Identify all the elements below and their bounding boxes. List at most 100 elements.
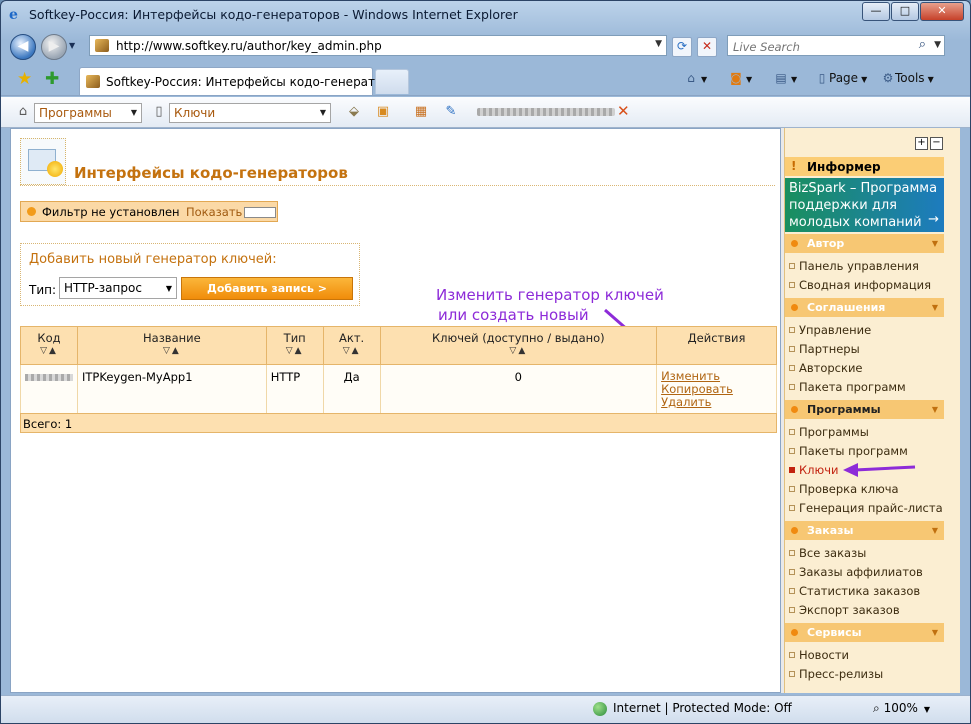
sidebar-item-order-stats[interactable]: Статистика заказов <box>785 584 920 598</box>
type-label: Тип: <box>29 283 57 297</box>
close-button[interactable]: ✕ <box>920 2 964 21</box>
sidebar-annotation-arrow-icon <box>843 463 916 477</box>
sidebar-item-price-list[interactable]: Генерация прайс-листа <box>785 501 943 515</box>
logout-icon[interactable]: ✕ <box>617 102 630 120</box>
add-generator-heading: Добавить новый генератор ключей: <box>29 252 277 267</box>
column-header-keys[interactable]: Ключей (доступно / выдано) ▽▲ <box>379 326 658 365</box>
sidebar-section-author[interactable]: Автор ▼ <box>785 234 944 253</box>
column-header-type[interactable]: Тип ▽▲ <box>265 326 324 365</box>
sidebar: + − ! Информер BizSpark – Программа подд… <box>784 128 960 693</box>
sidebar-item-press-releases[interactable]: Пресс-релизы <box>785 667 883 681</box>
refresh-icon[interactable]: ⟳ <box>672 37 692 57</box>
search-icon[interactable]: ⌕ <box>919 37 926 52</box>
cell-name: ITPKeygen-MyApp1 <box>77 364 267 415</box>
back-button[interactable]: ◀ <box>10 34 36 60</box>
status-bar: Internet | Protected Mode: Off ⌕ 100% ▼ <box>1 695 970 723</box>
add-record-button[interactable]: Добавить запись > <box>181 277 353 300</box>
url-text[interactable]: http://www.softkey.ru/author/key_admin.p… <box>116 39 382 53</box>
address-row: ◀ ▶ ▼ http://www.softkey.ru/author/key_a… <box>1 31 970 63</box>
page-title: Интерфейсы кодо-генераторов <box>74 164 348 182</box>
expand-all-icon[interactable]: + <box>915 137 928 150</box>
sidebar-section-programs[interactable]: Программы ▼ <box>785 400 944 419</box>
page-menu[interactable]: ▯ Page ▼ <box>815 71 868 85</box>
new-tab-button[interactable] <box>375 69 409 94</box>
sidebar-item-package-agreements[interactable]: Пакета программ <box>785 380 906 394</box>
sidebar-item-partners[interactable]: Партнеры <box>785 342 860 356</box>
sidebar-item-management[interactable]: Управление <box>785 323 871 337</box>
tools-menu[interactable]: ⚙ Tools ▼ <box>881 71 934 85</box>
tab-active[interactable]: Softkey-Россия: Интерфейсы кодо-генерато… <box>79 67 404 95</box>
forward-button[interactable]: ▶ <box>41 34 67 60</box>
redacted-user-field <box>477 108 615 116</box>
globe-icon <box>593 701 607 716</box>
banner-arrow-icon: → <box>928 212 939 227</box>
filter-toggle-icon[interactable] <box>244 207 276 218</box>
sidebar-item-key-check[interactable]: Проверка ключа <box>785 482 899 496</box>
search-input[interactable] <box>731 37 915 56</box>
chevron-down-icon: ▼ <box>931 628 938 637</box>
print-button[interactable]: ▤ ▼ <box>774 71 797 85</box>
toolbar-home-icon[interactable]: ⌂ <box>15 104 31 120</box>
redacted-code <box>25 374 73 381</box>
sidebar-section-services[interactable]: Сервисы ▼ <box>785 623 944 642</box>
security-zone[interactable]: Internet | Protected Mode: Off <box>593 701 792 716</box>
chevron-down-icon: ▼ <box>931 405 938 414</box>
site-favicon-icon <box>95 39 109 52</box>
filter-status-text: Фильтр не установлен <box>42 205 180 219</box>
recent-pages-dropdown-icon[interactable]: ▼ <box>69 41 75 50</box>
filter-bar: Фильтр не установлен Показать <box>20 201 278 222</box>
sidebar-section-agreements[interactable]: Соглашения ▼ <box>785 298 944 317</box>
edit-icon[interactable]: ✎ <box>443 104 459 120</box>
filter-show-link[interactable]: Показать <box>186 205 242 219</box>
sidebar-item-affiliate-orders[interactable]: Заказы аффилиатов <box>785 565 923 579</box>
sidebar-item-summary[interactable]: Сводная информация <box>785 278 931 292</box>
cell-type: HTTP <box>265 364 324 415</box>
search-options-icon[interactable]: ▼ <box>934 40 941 50</box>
keys-select[interactable]: Ключи ▼ <box>169 103 331 123</box>
box-icon[interactable]: ▣ <box>375 104 391 120</box>
sidebar-item-keys[interactable]: Ключи <box>785 463 838 477</box>
cell-code <box>20 364 78 415</box>
address-bar[interactable]: http://www.softkey.ru/author/key_admin.p… <box>89 35 667 56</box>
sidebar-section-orders[interactable]: Заказы ▼ <box>785 521 944 540</box>
informer-icon: ! <box>791 159 797 173</box>
calendar-icon[interactable]: ▦ <box>413 104 429 120</box>
column-header-actions: Действия <box>656 326 777 365</box>
main-content: Интерфейсы кодо-генераторов Фильтр не ус… <box>10 128 781 693</box>
zoom-control[interactable]: ⌕ 100% ▼ <box>873 701 930 716</box>
feeds-button[interactable]: ◙ ▼ <box>729 71 752 85</box>
column-header-code[interactable]: Код ▽▲ <box>20 326 78 365</box>
programs-select[interactable]: Программы ▼ <box>34 103 142 123</box>
generators-table: Код ▽▲ Название ▽▲ Тип ▽▲ Акт. ▽▲ Ключей (до… <box>20 326 777 415</box>
page-icon: ▯ <box>818 71 826 85</box>
document-icon[interactable]: ▯ <box>151 104 167 120</box>
page-header-icon <box>20 138 66 185</box>
gear-icon: ⚙ <box>882 71 894 85</box>
maximize-button[interactable]: □ <box>891 2 919 21</box>
type-select[interactable]: HTTP-запрос ▼ <box>59 277 177 299</box>
browser-window: e Softkey-Россия: Интерфейсы кодо-генера… <box>0 0 971 724</box>
sidebar-item-control-panel[interactable]: Панель управления <box>785 259 919 273</box>
bizspark-banner[interactable]: BizSpark – Программа поддержки для молод… <box>785 178 944 232</box>
search-box[interactable]: ⌕ ▼ <box>727 35 945 56</box>
sidebar-item-all-orders[interactable]: Все заказы <box>785 546 866 560</box>
collapse-all-icon[interactable]: − <box>930 137 943 150</box>
delete-link[interactable]: Удалить <box>661 396 772 409</box>
address-dropdown-icon[interactable]: ▼ <box>655 39 662 49</box>
sidebar-item-programs[interactable]: Программы <box>785 425 869 439</box>
column-header-name[interactable]: Название ▽▲ <box>77 326 267 365</box>
sidebar-item-order-export[interactable]: Экспорт заказов <box>785 603 900 617</box>
table-row: ITPKeygen-MyApp1 HTTP Да 0 Изменить Копи… <box>20 364 777 415</box>
sidebar-item-author-agreements[interactable]: Авторские <box>785 361 863 375</box>
home-icon: ⌂ <box>687 71 695 85</box>
tag-icon[interactable]: ⬙ <box>346 104 362 120</box>
sidebar-item-news[interactable]: Новости <box>785 648 849 662</box>
add-favorites-icon[interactable]: ✚ <box>45 69 59 89</box>
sidebar-item-packages[interactable]: Пакеты программ <box>785 444 908 458</box>
ie-logo-icon: e <box>9 7 18 23</box>
stop-icon[interactable]: ✕ <box>697 37 717 57</box>
column-header-active[interactable]: Акт. ▽▲ <box>322 326 381 365</box>
minimize-button[interactable]: — <box>862 2 890 21</box>
home-button[interactable]: ⌂ ▼ <box>684 71 707 85</box>
favorites-star-icon[interactable]: ★ <box>17 69 32 89</box>
